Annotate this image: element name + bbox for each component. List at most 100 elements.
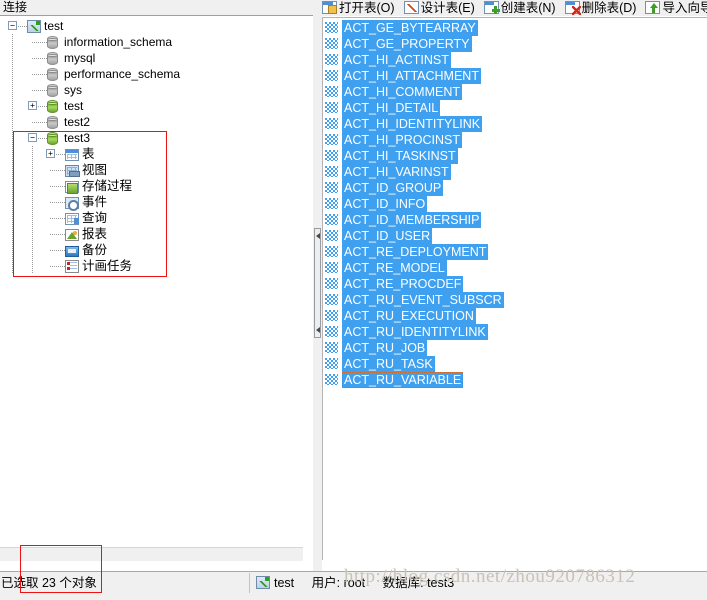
table-icon <box>325 22 338 33</box>
list-item[interactable]: ACT_RU_TASK <box>323 356 706 372</box>
tree-guide <box>50 266 65 267</box>
table-icon <box>325 150 338 161</box>
tree-guide <box>12 226 13 242</box>
toolbar-button-import-wizard[interactable]: 导入向导 <box>645 0 707 16</box>
tree-item-mysql[interactable]: mysql <box>0 50 303 66</box>
tree-item-查询[interactable]: 查询 <box>0 210 303 226</box>
tree-item-备份[interactable]: 备份 <box>0 242 303 258</box>
tree-expander-test[interactable]: + <box>28 101 37 110</box>
tree-horizontal-scrollbar[interactable] <box>0 547 303 561</box>
list-item[interactable]: ACT_HI_ACTINST <box>323 52 706 68</box>
list-item-label: ACT_RU_JOB <box>342 340 428 356</box>
tree-guide <box>32 210 33 226</box>
list-item[interactable]: ACT_HI_COMMENT <box>323 84 706 100</box>
list-item-label: ACT_RU_EVENT_SUBSCR <box>342 292 504 308</box>
toolbar-button-new-table[interactable]: 创建表(N) <box>483 0 559 16</box>
list-item[interactable]: ACT_ID_MEMBERSHIP <box>323 212 706 228</box>
tree-guide <box>50 170 65 171</box>
toolbar-button-open-table[interactable]: 打开表(O) <box>322 0 398 16</box>
tree-expander-test[interactable]: − <box>8 21 17 30</box>
list-item-label: ACT_GE_BYTEARRAY <box>342 20 478 36</box>
tree-vertical-scrollbar[interactable] <box>303 17 313 560</box>
table-icon <box>325 198 338 209</box>
object-toolbar: 打开表(O) 设计表(E) 创建表(N) 删除表(D) 导入向导 <box>322 0 707 16</box>
list-item[interactable]: ACT_HI_PROCINST <box>323 132 706 148</box>
object-list[interactable]: ACT_GE_BYTEARRAY ACT_GE_PROPERTY ACT_HI_AC… <box>322 17 707 560</box>
tree-guide <box>12 194 13 210</box>
list-item-label: ACT_HI_PROCINST <box>342 132 462 148</box>
tree-item-label: performance_schema <box>64 67 181 81</box>
tree-item-报表[interactable]: 报表 <box>0 226 303 242</box>
list-item-label: ACT_RE_MODEL <box>342 260 447 276</box>
tree-item-label: 备份 <box>82 243 108 257</box>
tree-expander-test3[interactable]: − <box>28 133 37 142</box>
tree-item-表[interactable]: + 表 <box>0 146 303 162</box>
tree-item-label: 表 <box>82 147 95 161</box>
table-icon <box>325 182 338 193</box>
list-item[interactable]: ACT_RU_EXECUTION <box>323 308 706 324</box>
tree-item-计画任务[interactable]: 计画任务 <box>0 258 303 274</box>
toolbar-button-design-table[interactable]: 设计表(E) <box>403 0 478 16</box>
tree-item-test2[interactable]: test2 <box>0 114 303 130</box>
list-item[interactable]: ACT_RE_PROCDEF <box>323 276 706 292</box>
list-item[interactable]: ACT_GE_BYTEARRAY <box>323 20 706 36</box>
tree-item-sys[interactable]: sys <box>0 82 303 98</box>
tree-item-label: 查询 <box>82 211 108 225</box>
list-item-label: ACT_RU_TASK <box>342 356 435 372</box>
list-item[interactable]: ACT_RU_JOB <box>323 340 706 356</box>
list-item[interactable]: ACT_RE_MODEL <box>323 260 706 276</box>
splitter-collapse-arrow-top[interactable] <box>316 233 320 239</box>
tree-guide <box>32 146 33 162</box>
tree-item-test3[interactable]: − test3 <box>0 130 303 146</box>
tree-item-test[interactable]: + test <box>0 98 303 114</box>
tree-item-label: mysql <box>64 51 96 65</box>
tree-guide <box>32 242 33 258</box>
tree-item-information_schema[interactable]: information_schema <box>0 34 303 50</box>
tree-item-test[interactable]: − test <box>0 18 303 34</box>
table-icon <box>325 38 338 49</box>
view-icon <box>65 165 80 177</box>
event-icon <box>65 197 79 211</box>
tree-item-performance_schema[interactable]: performance_schema <box>0 66 303 82</box>
database-open-icon <box>47 100 58 113</box>
database-icon <box>47 52 58 65</box>
status-bar: 已选取 23 个对象 test 用户: root 数据库: test3 <box>0 571 707 600</box>
table-icon <box>325 118 338 129</box>
list-item-label: ACT_RE_PROCDEF <box>342 276 464 292</box>
tree-guide <box>12 114 13 130</box>
tree-guide <box>32 58 47 59</box>
list-item[interactable]: ACT_ID_USER <box>323 228 706 244</box>
list-item[interactable]: ACT_RU_IDENTITYLINK <box>323 324 706 340</box>
list-item[interactable]: ACT_RE_DEPLOYMENT <box>323 244 706 260</box>
tree-item-存储过程[interactable]: 存储过程 <box>0 178 303 194</box>
list-item[interactable]: ACT_GE_PROPERTY <box>323 36 706 52</box>
list-item[interactable]: ACT_HI_VARINST <box>323 164 706 180</box>
table-icon <box>325 310 338 321</box>
list-item-label: ACT_HI_ATTACHMENT <box>342 68 481 84</box>
list-item[interactable]: ACT_RU_VARIABLE <box>323 372 706 388</box>
list-item[interactable]: ACT_HI_IDENTITYLINK <box>323 116 706 132</box>
tree-expander-表[interactable]: + <box>46 149 55 158</box>
list-item-label: ACT_GE_PROPERTY <box>342 36 472 52</box>
connection-tree[interactable]: − test information_schema mysql performance_… <box>0 17 304 547</box>
splitter-grip[interactable] <box>314 228 321 338</box>
list-item[interactable]: ACT_HI_TASKINST <box>323 148 706 164</box>
list-item[interactable]: ACT_ID_GROUP <box>323 180 706 196</box>
list-item[interactable]: ACT_HI_DETAIL <box>323 100 706 116</box>
tree-item-视图[interactable]: 视图 <box>0 162 303 178</box>
toolbar-button-delete-table[interactable]: 删除表(D) <box>564 0 640 16</box>
tree-item-label: test3 <box>64 131 91 145</box>
database-icon <box>47 68 58 81</box>
splitter-collapse-arrow-bottom[interactable] <box>316 327 320 333</box>
delete-table-icon <box>564 1 581 15</box>
table-icon <box>325 358 338 369</box>
list-item-label: ACT_HI_COMMENT <box>342 84 462 100</box>
tree-item-事件[interactable]: 事件 <box>0 194 303 211</box>
list-item[interactable]: ACT_RU_EVENT_SUBSCR <box>323 292 706 308</box>
table-icon <box>325 166 338 177</box>
list-item[interactable]: ACT_HI_ATTACHMENT <box>323 68 706 84</box>
tree-guide <box>50 186 65 187</box>
toolbar-button-label: 设计表(E) <box>420 1 475 15</box>
list-item[interactable]: ACT_ID_INFO <box>323 196 706 212</box>
tree-guide <box>50 202 65 203</box>
